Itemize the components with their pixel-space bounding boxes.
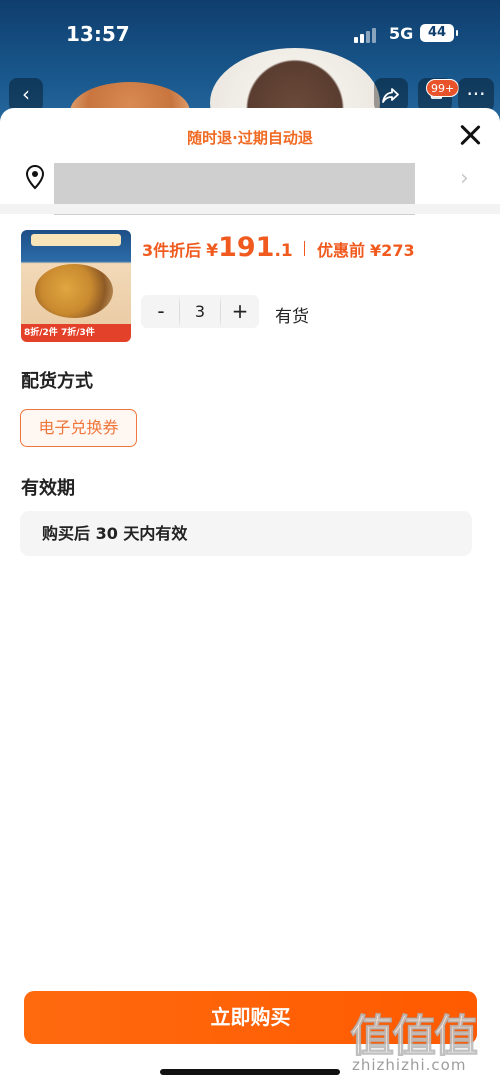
more-icon[interactable]: ··· — [458, 78, 494, 112]
pizza-image — [35, 264, 113, 318]
decrease-button[interactable]: - — [143, 295, 179, 328]
section-divider — [0, 204, 500, 214]
price-integer: 191 — [218, 232, 275, 263]
delivery-option-evoucher[interactable]: 电子兑换券 — [20, 409, 137, 447]
quantity-value[interactable]: 3 — [179, 295, 221, 328]
product-image: 8折/2件 7折/3件 — [21, 230, 131, 342]
price-prefix: 3件折后 — [142, 241, 202, 260]
cart-count-badge: 99+ — [426, 79, 460, 97]
battery-icon: 44 — [420, 24, 458, 42]
original-price: ¥273 — [370, 241, 415, 260]
signal-icon — [354, 27, 380, 43]
close-icon[interactable] — [454, 120, 486, 152]
original-price-label: 优惠前 — [316, 241, 365, 260]
price-line: 3件折后 ¥191.1 优惠前 ¥273 — [142, 232, 415, 263]
address-row[interactable]: › — [0, 160, 500, 215]
status-time: 13:57 — [66, 22, 130, 46]
currency-symbol: ¥ — [206, 241, 219, 261]
location-pin-icon — [25, 164, 45, 190]
status-bar: 13:57 5G 44 — [0, 0, 500, 66]
product-image-banner: 8折/2件 7折/3件 — [21, 324, 131, 342]
stock-status: 有货 — [275, 307, 309, 327]
delivery-method-title: 配货方式 — [21, 371, 93, 392]
back-button[interactable]: ‹ — [9, 78, 43, 112]
price-decimal: .1 — [274, 241, 293, 261]
price-separator — [303, 241, 305, 256]
buy-now-button[interactable]: 立即购买 — [24, 991, 477, 1044]
home-indicator — [160, 1069, 340, 1075]
product-image-tag — [31, 234, 121, 246]
sheet-header: 随时退·过期自动退 — [0, 108, 500, 160]
chevron-right-icon: › — [460, 166, 469, 191]
network-label: 5G — [389, 24, 414, 43]
refund-policy-text: 随时退·过期自动退 — [187, 129, 313, 147]
validity-title: 有效期 — [21, 478, 75, 499]
validity-value: 购买后 30 天内有效 — [20, 511, 472, 556]
increase-button[interactable]: + — [222, 295, 258, 328]
quantity-stepper: - 3 + — [141, 295, 259, 328]
purchase-sheet: 随时退·过期自动退 › 8折/2件 7折/3件 3件折后 ¥191.1 优惠前 … — [0, 108, 500, 1084]
share-icon[interactable] — [374, 78, 408, 112]
